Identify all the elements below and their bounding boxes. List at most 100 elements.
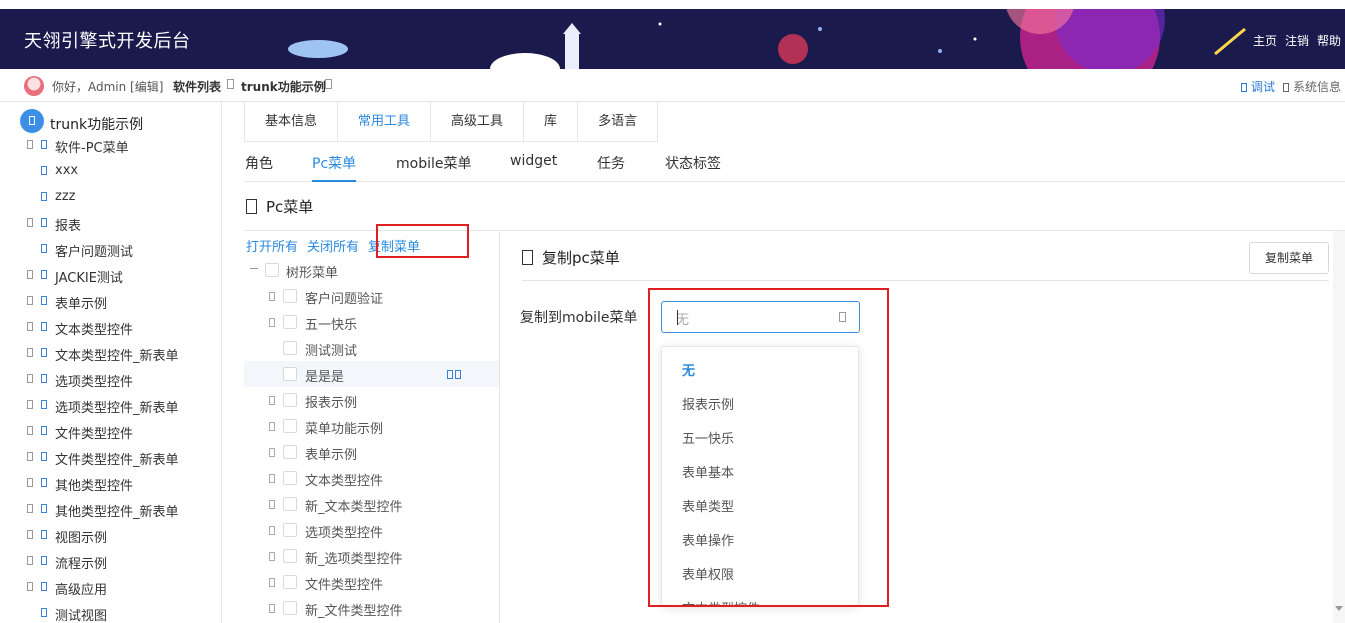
expand-icon[interactable] (27, 140, 33, 149)
sidebar-root[interactable]: trunk功能示例 (0, 102, 221, 133)
scroll-down-icon[interactable] (1335, 606, 1343, 611)
tab-advanced-tools[interactable]: 高级工具 (430, 102, 523, 142)
tree-node-checkbox[interactable] (283, 419, 297, 433)
sidebar-item[interactable]: 文本类型控件_新表单 (0, 340, 221, 366)
expand-icon[interactable] (269, 422, 275, 431)
expand-icon[interactable] (269, 448, 275, 457)
tree-node-checkbox[interactable] (283, 601, 297, 615)
sidebar-item[interactable]: 报表 (0, 210, 221, 236)
expand-icon[interactable] (27, 322, 33, 331)
tree-node[interactable]: 测试测试 (244, 335, 499, 361)
tab-mobile-menu[interactable]: mobile菜单 (396, 153, 471, 173)
tree-node[interactable]: 是是是 (244, 361, 499, 387)
dropdown-option[interactable]: 五一快乐 (682, 428, 734, 447)
tree-node-checkbox[interactable] (283, 445, 297, 459)
expand-icon[interactable] (269, 578, 275, 587)
dropdown-option[interactable]: 无 (682, 360, 695, 379)
tree-node-checkbox[interactable] (283, 367, 297, 381)
expand-icon[interactable] (269, 396, 275, 405)
dropdown-option[interactable]: 表单权限 (682, 564, 734, 583)
tree-node[interactable]: 文件类型控件 (244, 569, 499, 595)
tree-node-checkbox[interactable] (283, 575, 297, 589)
expand-icon[interactable] (27, 452, 33, 461)
tree-node-checkbox[interactable] (283, 393, 297, 407)
tab-status-tags[interactable]: 状态标签 (665, 153, 721, 173)
open-all-link[interactable]: 打开所有 (246, 236, 298, 255)
chevron-down-icon[interactable] (839, 312, 846, 322)
tree-node[interactable]: 客户问题验证 (244, 283, 499, 309)
help-link[interactable]: 帮助 (1317, 32, 1341, 49)
expand-icon[interactable] (27, 556, 33, 565)
sidebar-item[interactable]: zzz (0, 184, 221, 210)
expand-icon[interactable] (27, 270, 33, 279)
tree-node-checkbox[interactable] (283, 497, 297, 511)
home-link[interactable]: 主页 (1253, 32, 1277, 49)
delete-icon[interactable] (455, 370, 461, 379)
tab-library[interactable]: 库 (523, 102, 577, 142)
sidebar-item[interactable]: 视图示例 (0, 522, 221, 548)
dropdown-option[interactable]: 表单基本 (682, 462, 734, 481)
expand-icon[interactable] (27, 400, 33, 409)
expand-icon[interactable] (27, 374, 33, 383)
sidebar-item[interactable]: 文件类型控件_新表单 (0, 444, 221, 470)
expand-icon[interactable] (27, 504, 33, 513)
tab-multilanguage[interactable]: 多语言 (577, 102, 659, 142)
collapse-icon[interactable] (250, 268, 258, 269)
tree-node[interactable]: 报表示例 (244, 387, 499, 413)
edit-icon[interactable] (447, 370, 453, 379)
tree-root-checkbox[interactable] (265, 263, 279, 277)
tab-common-tools[interactable]: 常用工具 (337, 102, 430, 142)
tree-node-checkbox[interactable] (283, 289, 297, 303)
expand-icon[interactable] (27, 530, 33, 539)
target-menu-select[interactable]: 无 (661, 301, 860, 333)
sidebar-item[interactable]: 选项类型控件_新表单 (0, 392, 221, 418)
tab-pc-menu[interactable]: Pc菜单 (312, 153, 356, 173)
expand-icon[interactable] (269, 474, 275, 483)
expand-icon[interactable] (27, 582, 33, 591)
sidebar-item[interactable]: JACKIE测试 (0, 262, 221, 288)
user-greeting[interactable]: 你好，Admin [编辑] (52, 78, 163, 95)
tree-node[interactable]: 文本类型控件 (244, 465, 499, 491)
expand-icon[interactable] (27, 426, 33, 435)
debug-link[interactable]: 调试 (1240, 78, 1275, 95)
expand-icon[interactable] (27, 348, 33, 357)
tree-node-checkbox[interactable] (283, 315, 297, 329)
sidebar-item[interactable]: 测试视图 (0, 600, 221, 623)
sidebar-item[interactable]: 其他类型控件_新表单 (0, 496, 221, 522)
tab-roles[interactable]: 角色 (245, 153, 273, 173)
tree-root[interactable]: 树形菜单 (244, 257, 499, 283)
tree-node[interactable]: 选项类型控件 (244, 517, 499, 543)
sidebar-item[interactable]: xxx (0, 158, 221, 184)
expand-icon[interactable] (269, 500, 275, 509)
tree-node-checkbox[interactable] (283, 549, 297, 563)
node-action-icons[interactable] (447, 370, 461, 379)
copy-menu-link[interactable]: 复制菜单 (368, 236, 420, 255)
dropdown-option[interactable]: 表单操作 (682, 530, 734, 549)
sidebar-item[interactable]: 文本类型控件 (0, 314, 221, 340)
tree-node-checkbox[interactable] (283, 341, 297, 355)
tree-node[interactable]: 新_选项类型控件 (244, 543, 499, 569)
tree-node-checkbox[interactable] (283, 523, 297, 537)
expand-icon[interactable] (27, 478, 33, 487)
logout-link[interactable]: 注销 (1285, 32, 1309, 49)
close-all-link[interactable]: 关闭所有 (307, 236, 359, 255)
expand-icon[interactable] (269, 526, 275, 535)
dropdown-option[interactable]: 表单类型 (682, 496, 734, 515)
tab-widget[interactable]: widget (510, 153, 557, 169)
sidebar-item[interactable]: 文件类型控件 (0, 418, 221, 444)
tree-node[interactable]: 菜单功能示例 (244, 413, 499, 439)
expand-icon[interactable] (27, 218, 33, 227)
sidebar-item[interactable]: 其他类型控件 (0, 470, 221, 496)
tab-basic-info[interactable]: 基本信息 (244, 102, 337, 142)
sidebar-item[interactable]: 选项类型控件 (0, 366, 221, 392)
sidebar-item[interactable]: 软件-PC菜单 (0, 132, 221, 158)
expand-icon[interactable] (269, 552, 275, 561)
system-info-link[interactable]: 系统信息 (1282, 78, 1341, 95)
dropdown-option[interactable]: 文本类型控件 (682, 598, 760, 605)
expand-icon[interactable] (269, 604, 275, 613)
sidebar-item[interactable]: 表单示例 (0, 288, 221, 314)
expand-icon[interactable] (269, 318, 275, 327)
tree-node[interactable]: 新_文件类型控件 (244, 595, 499, 621)
dropdown-option[interactable]: 报表示例 (682, 394, 734, 413)
tree-node[interactable]: 五一快乐 (244, 309, 499, 335)
